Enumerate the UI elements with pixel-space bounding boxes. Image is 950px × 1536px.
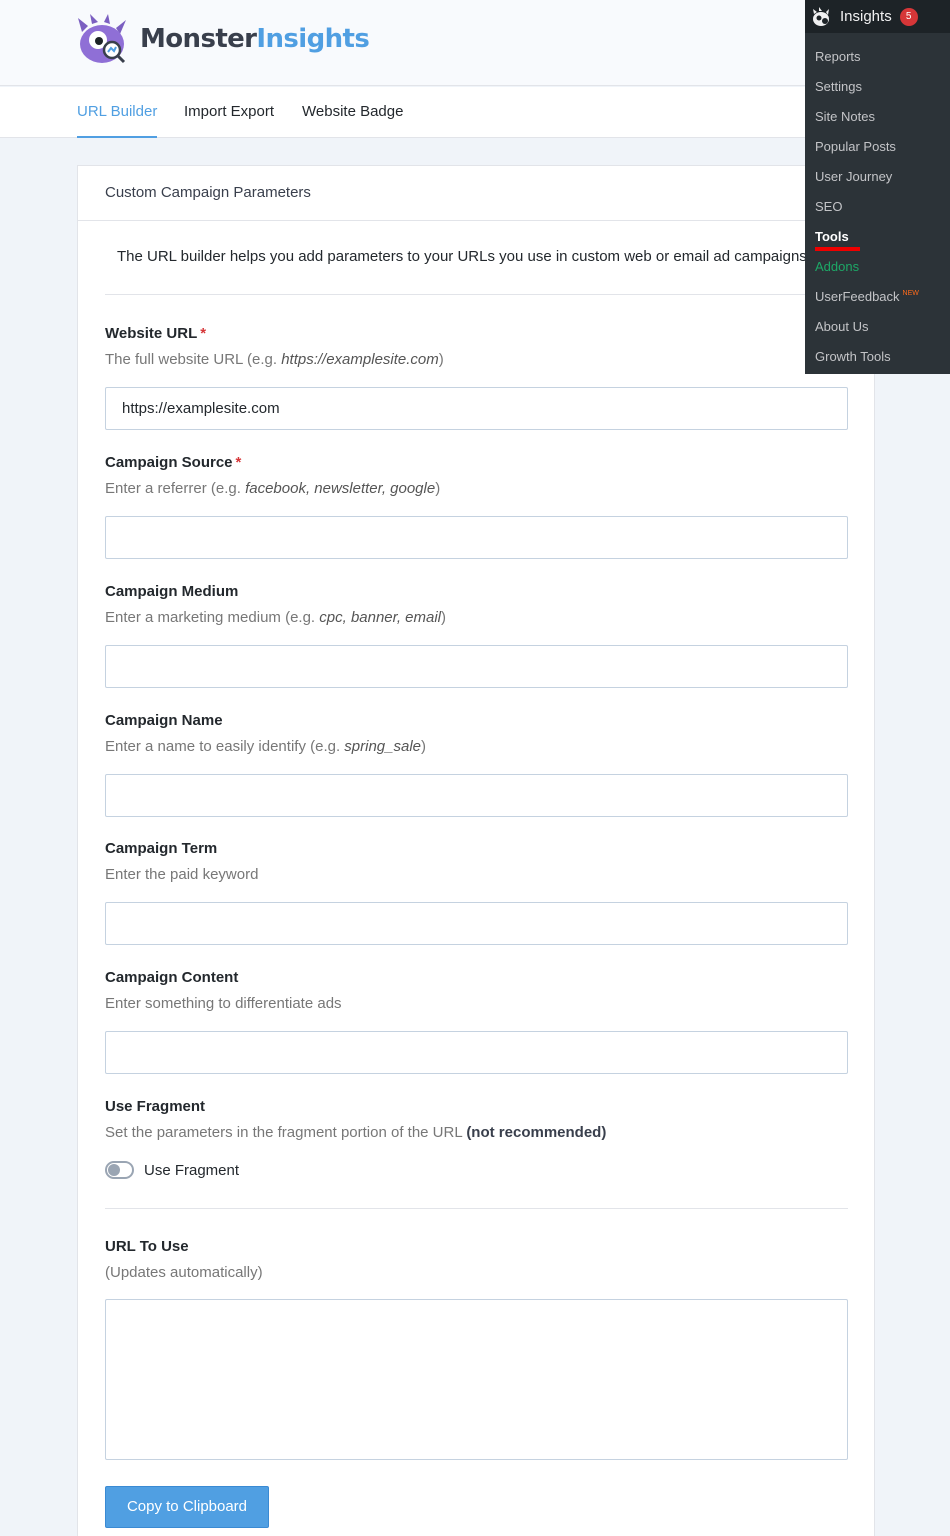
- campaign-name-description: Enter a name to easily identify (e.g. sp…: [105, 738, 849, 755]
- admin-menu-item-seo[interactable]: SEO: [815, 199, 842, 214]
- desc-text: The full website URL (e.g.: [105, 351, 282, 368]
- desc-text: Enter a marketing medium (e.g.: [105, 609, 320, 626]
- desc-text: ): [441, 609, 447, 626]
- not-recommended-note: (not recommended): [466, 1124, 607, 1141]
- notification-badge: 5: [899, 7, 918, 26]
- campaign-term-description: Enter the paid keyword: [105, 866, 259, 883]
- url-to-use-description: (Updates automatically): [105, 1264, 263, 1281]
- admin-menu-item-reports[interactable]: Reports: [815, 49, 861, 64]
- url-to-use-label: URL To Use: [105, 1238, 189, 1255]
- tab-website-badge[interactable]: Website Badge: [302, 87, 403, 138]
- campaign-name-field: Campaign Name Enter a name to easily ide…: [105, 712, 849, 817]
- brand-name-part2: Insights: [256, 24, 370, 54]
- brand-name-part1: Monster: [140, 24, 257, 54]
- campaign-source-label-text: Campaign Source: [105, 454, 233, 471]
- admin-menu-item-tools[interactable]: Tools: [815, 229, 849, 244]
- website-url-description: The full website URL (e.g. https://examp…: [105, 351, 849, 368]
- campaign-name-label: Campaign Name: [105, 712, 223, 729]
- use-fragment-description: Set the parameters in the fragment porti…: [105, 1124, 849, 1141]
- use-fragment-field: Use Fragment Set the parameters in the f…: [105, 1098, 849, 1179]
- campaign-content-label: Campaign Content: [105, 969, 239, 986]
- website-url-input[interactable]: [105, 387, 848, 430]
- userfeedback-label: UserFeedback: [815, 289, 900, 304]
- use-fragment-toggle-row: Use Fragment: [105, 1161, 849, 1179]
- copy-to-clipboard-button[interactable]: Copy to Clipboard: [105, 1486, 269, 1528]
- campaign-name-input[interactable]: [105, 774, 848, 817]
- admin-menu-item-settings[interactable]: Settings: [815, 79, 862, 94]
- desc-text: ): [421, 738, 427, 755]
- admin-menu-insights[interactable]: Insights 5: [805, 0, 950, 33]
- desc-text: Set the parameters in the fragment porti…: [105, 1124, 467, 1141]
- campaign-term-field: Campaign Term Enter the paid keyword: [105, 840, 849, 945]
- campaign-source-input[interactable]: [105, 516, 848, 559]
- use-fragment-toggle-label[interactable]: Use Fragment: [144, 1162, 239, 1179]
- tab-url-builder[interactable]: URL Builder: [77, 87, 158, 138]
- campaign-content-input[interactable]: [105, 1031, 848, 1074]
- campaign-source-description: Enter a referrer (e.g. facebook, newslet…: [105, 480, 849, 497]
- desc-text: Enter a referrer (e.g.: [105, 480, 246, 497]
- admin-submenu: Insights 5 Reports Settings Site Notes P…: [805, 0, 950, 374]
- monster-mascot-icon: [78, 14, 126, 64]
- tools-highlight-underline: [815, 247, 860, 251]
- admin-menu-item-user-journey[interactable]: User Journey: [815, 169, 892, 184]
- card-title: Custom Campaign Parameters: [78, 166, 874, 221]
- campaign-source-field: Campaign Source * Enter a referrer (e.g. …: [105, 454, 849, 559]
- brand-name: MonsterInsights: [140, 24, 370, 54]
- desc-example: facebook, newsletter, google: [245, 480, 436, 497]
- intro-text: The URL builder helps you add parameters…: [117, 248, 811, 265]
- desc-text: ): [435, 480, 441, 497]
- admin-menu-item-userfeedback[interactable]: UserFeedback NEW: [815, 289, 919, 304]
- required-mark: *: [200, 325, 207, 342]
- admin-menu-item-popular-posts[interactable]: Popular Posts: [815, 139, 896, 154]
- divider: [105, 294, 848, 295]
- admin-menu-item-about-us[interactable]: About Us: [815, 319, 868, 334]
- campaign-medium-label: Campaign Medium: [105, 583, 239, 600]
- divider: [105, 1208, 848, 1209]
- website-url-label: Website URL *: [105, 325, 849, 342]
- use-fragment-label: Use Fragment: [105, 1098, 206, 1115]
- admin-menu-item-site-notes[interactable]: Site Notes: [815, 109, 875, 124]
- required-mark: *: [235, 454, 242, 471]
- campaign-content-description: Enter something to differentiate ads: [105, 995, 342, 1012]
- toggle-knob: [108, 1164, 120, 1176]
- url-to-use-textarea[interactable]: [105, 1299, 848, 1460]
- tab-import-export[interactable]: Import Export: [184, 87, 274, 138]
- monsterinsights-logo: MonsterInsights: [76, 14, 370, 64]
- use-fragment-toggle[interactable]: [105, 1161, 134, 1179]
- monsterinsights-menu-icon: [813, 6, 829, 26]
- campaign-medium-field: Campaign Medium Enter a marketing medium…: [105, 583, 849, 688]
- campaign-medium-input[interactable]: [105, 645, 848, 688]
- website-url-label-text: Website URL: [105, 325, 198, 342]
- campaign-source-label: Campaign Source *: [105, 454, 849, 471]
- campaign-content-field: Campaign Content Enter something to diff…: [105, 969, 849, 1074]
- desc-text: ): [438, 351, 444, 368]
- desc-text: Enter a name to easily identify (e.g.: [105, 738, 345, 755]
- campaign-term-input[interactable]: [105, 902, 848, 945]
- url-builder-card: Custom Campaign Parameters The URL build…: [77, 165, 875, 1536]
- desc-example: https://examplesite.com: [281, 351, 439, 368]
- admin-menu-title: Insights: [840, 8, 892, 25]
- website-url-field: Website URL * The full website URL (e.g. …: [105, 325, 849, 430]
- url-to-use-field: URL To Use (Updates automatically): [105, 1238, 849, 1460]
- campaign-medium-description: Enter a marketing medium (e.g. cpc, bann…: [105, 609, 849, 626]
- desc-example: cpc, banner, email: [319, 609, 442, 626]
- campaign-term-label: Campaign Term: [105, 840, 218, 857]
- admin-menu-item-addons[interactable]: Addons: [815, 259, 859, 274]
- admin-menu-item-growth-tools[interactable]: Growth Tools: [815, 349, 891, 364]
- new-tag: NEW: [902, 290, 919, 297]
- desc-example: spring_sale: [344, 738, 422, 755]
